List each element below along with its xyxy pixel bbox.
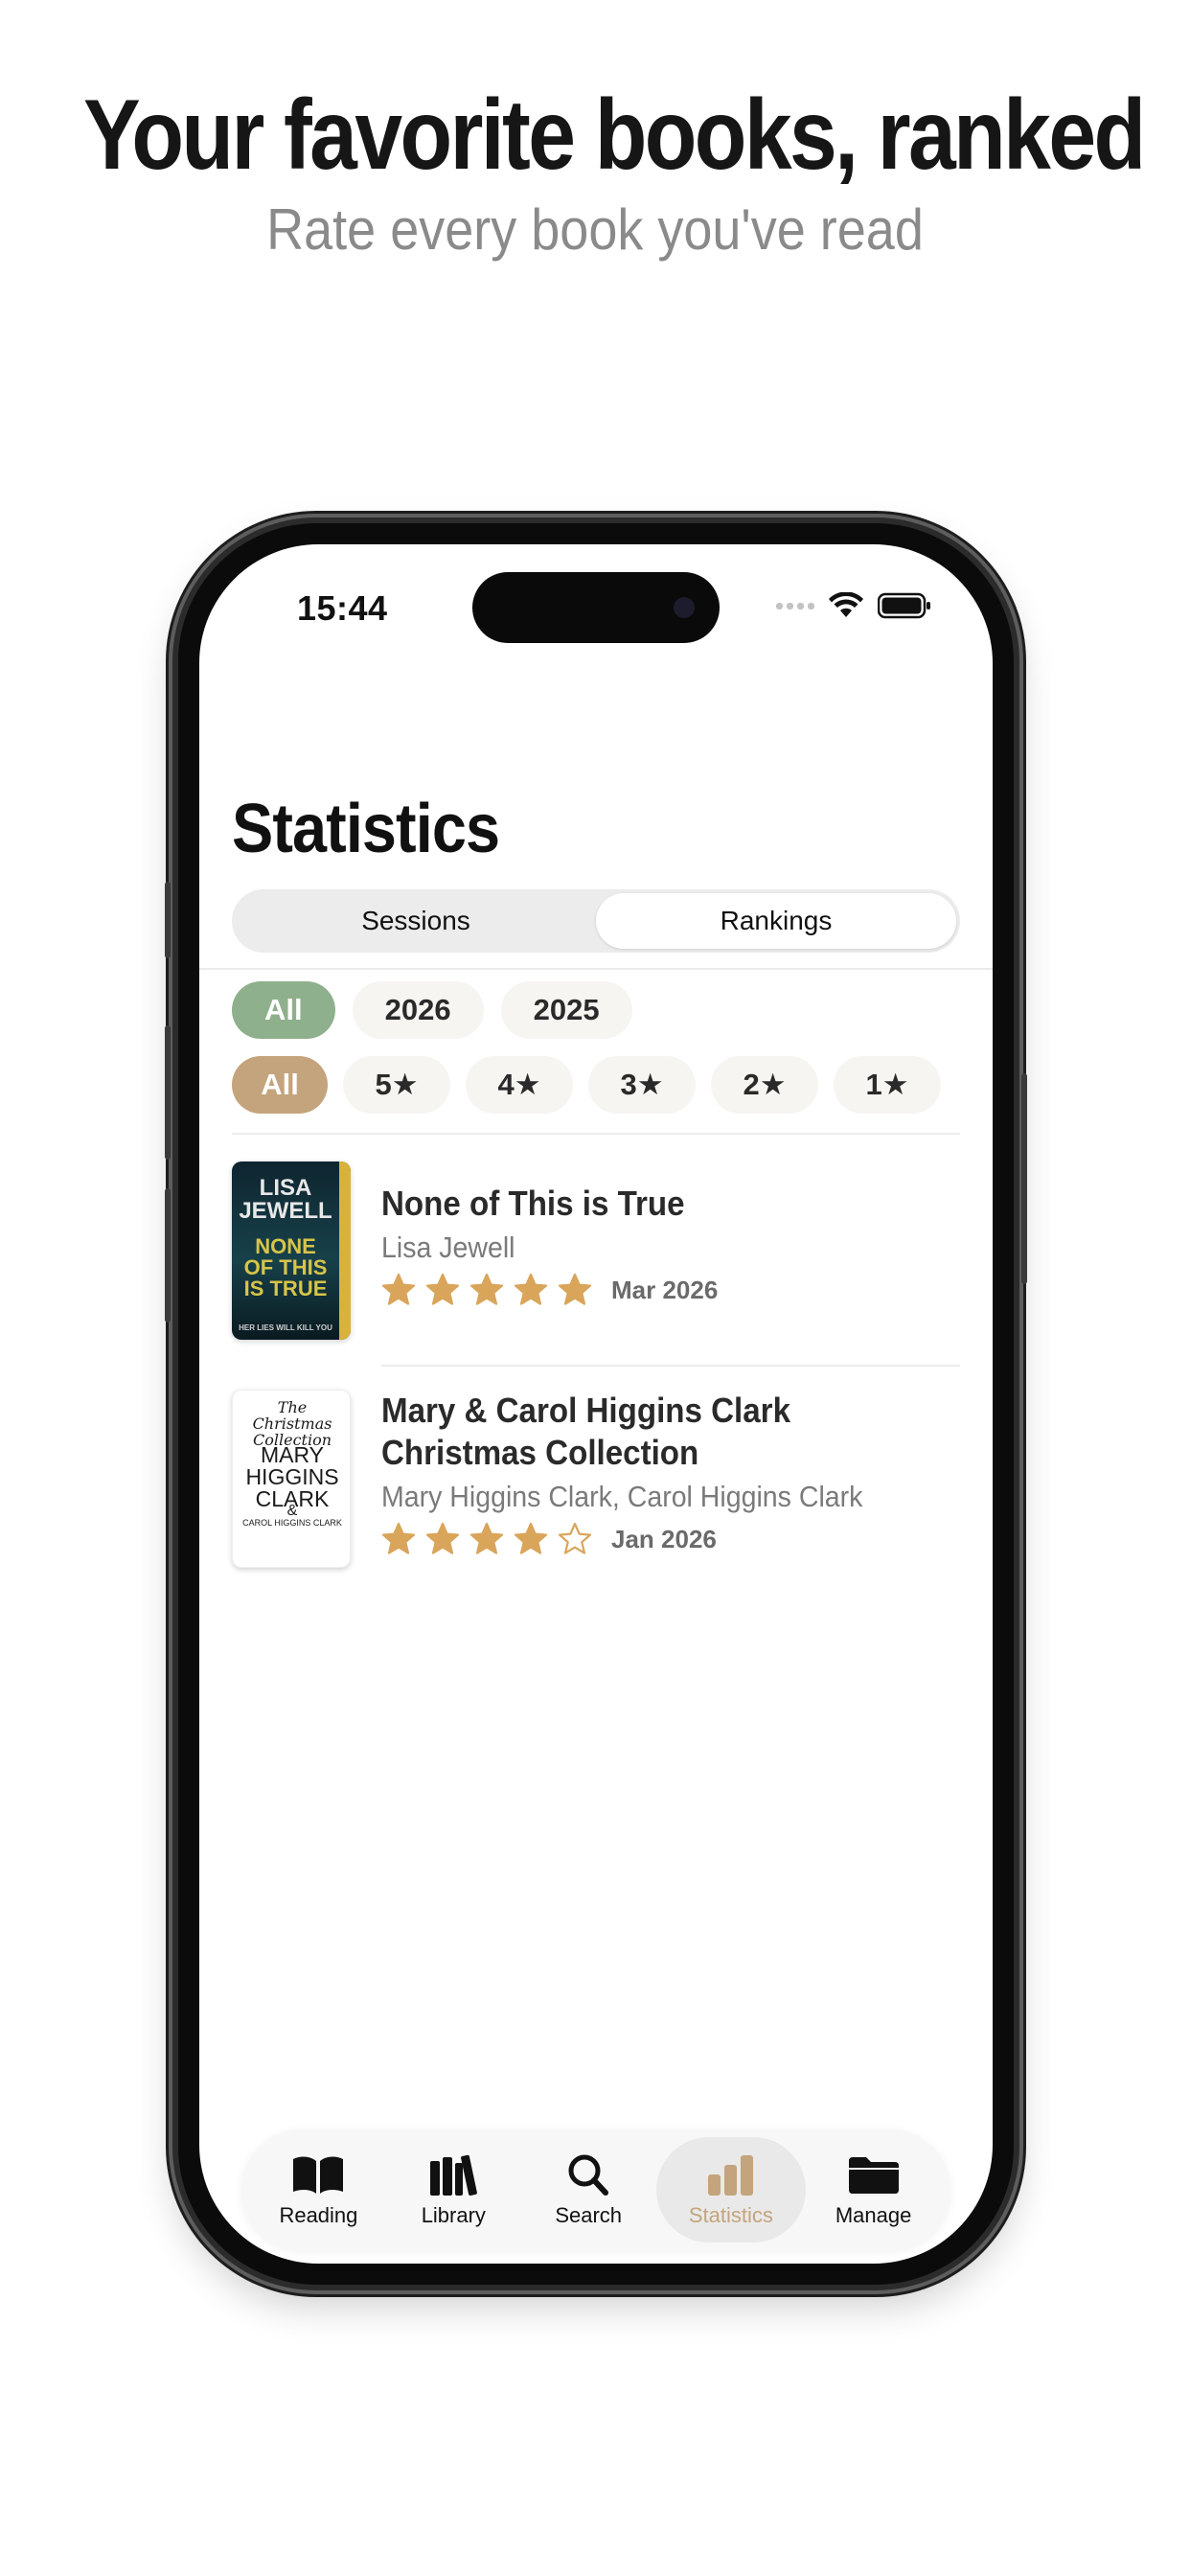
app-screen: 15:44 Statistics Sessions Rankings All 2… — [199, 544, 993, 2264]
tab-library[interactable]: Library — [386, 2137, 521, 2242]
star-filled-icon — [381, 1522, 416, 1554]
book-date: Jan 2026 — [611, 1524, 717, 1553]
year-chip-all[interactable]: All — [232, 981, 335, 1039]
tab-manage[interactable]: Manage — [806, 2137, 941, 2242]
book-title: None of This is True — [381, 1184, 685, 1223]
rating-chip-1[interactable]: 1★ — [834, 1056, 941, 1114]
rating-chip-3[interactable]: 3★ — [588, 1056, 696, 1114]
wifi-icon — [829, 592, 863, 617]
promo-subhead: Rate every book you've read — [266, 197, 924, 262]
cover-series: The Christmas Collection — [252, 1398, 332, 1449]
star-rating — [381, 1273, 592, 1307]
tab-bar: Reading Library Search Statistics Manage — [241, 2129, 950, 2250]
folder-icon — [848, 2157, 899, 2194]
phone-frame: 15:44 Statistics Sessions Rankings All 2… — [165, 518, 1027, 2290]
tab-label: Statistics — [688, 2203, 773, 2227]
rating-chip-all[interactable]: All — [232, 1056, 328, 1114]
cellular-signal-icon — [776, 602, 814, 610]
book-title-line-1: Mary & Carol Higgins Clark — [381, 1391, 790, 1430]
star-filled-icon — [469, 1273, 504, 1305]
star-filled-icon — [425, 1273, 460, 1305]
divider — [381, 1365, 960, 1367]
page-title: Statistics — [232, 791, 500, 867]
star-filled-icon — [425, 1522, 460, 1554]
tab-label: Search — [555, 2203, 623, 2227]
star-filled-icon — [381, 1273, 416, 1305]
tab-label: Library — [421, 2203, 486, 2227]
tab-label: Manage — [835, 2203, 912, 2227]
cover-title: NONE OF THIS IS TRUE — [243, 1234, 328, 1300]
open-book-icon — [293, 2156, 344, 2194]
status-icons — [776, 592, 931, 619]
books-shelf-icon — [430, 2154, 478, 2196]
book-cover: The Christmas Collection MARY HIGGINS CL… — [232, 1390, 351, 1568]
year-filter-row: All 2026 2025 — [232, 981, 632, 1039]
cover-author: LISA JEWELL — [239, 1175, 332, 1224]
rating-filter-row: All 5★ 4★ 3★ 2★ 1★ — [232, 1056, 941, 1114]
star-filled-icon — [514, 1273, 548, 1305]
cover-author-main: MARY HIGGINS CLARK — [245, 1442, 339, 1511]
tab-reading[interactable]: Reading — [251, 2137, 386, 2242]
book-title-line-2: Christmas Collection — [381, 1433, 699, 1472]
segment-rankings[interactable]: Rankings — [596, 893, 956, 949]
rating-chip-5[interactable]: 5★ — [343, 1056, 450, 1114]
star-filled-icon — [469, 1522, 504, 1554]
star-rating — [381, 1522, 592, 1556]
year-chip-2026[interactable]: 2026 — [352, 981, 484, 1039]
dynamic-island — [472, 572, 720, 643]
tab-statistics[interactable]: Statistics — [655, 2137, 807, 2242]
book-row[interactable]: LISA JEWELL NONE OF THIS IS TRUE HER LIE… — [232, 1162, 960, 1340]
book-author: Mary Higgins Clark, Carol Higgins Clark — [381, 1480, 863, 1513]
cover-tagline: HER LIES WILL KILL YOU — [239, 1323, 332, 1332]
cover-author-second: CAROL HIGGINS CLARK — [242, 1518, 342, 1528]
magnifier-icon — [568, 2154, 609, 2196]
cover-amp: & — [286, 1503, 298, 1519]
year-chip-2025[interactable]: 2025 — [500, 981, 632, 1039]
status-time: 15:44 — [297, 588, 388, 628]
tab-search[interactable]: Search — [521, 2137, 656, 2242]
star-filled-icon — [558, 1273, 592, 1305]
rating-chip-4[interactable]: 4★ — [466, 1056, 573, 1114]
book-row[interactable]: The Christmas Collection MARY HIGGINS CL… — [232, 1390, 960, 1568]
book-cover: LISA JEWELL NONE OF THIS IS TRUE HER LIE… — [232, 1162, 351, 1340]
rating-chip-2[interactable]: 2★ — [711, 1056, 818, 1114]
star-filled-icon — [514, 1522, 548, 1554]
segment-sessions[interactable]: Sessions — [236, 893, 596, 949]
battery-icon — [878, 592, 930, 619]
divider — [199, 968, 993, 970]
bar-chart-icon — [707, 2155, 753, 2196]
star-empty-icon — [558, 1522, 592, 1554]
tab-label: Reading — [279, 2203, 358, 2227]
book-author: Lisa Jewell — [381, 1230, 515, 1264]
promo-headline: Your favorite books, ranked — [82, 80, 1146, 191]
book-date: Mar 2026 — [611, 1275, 719, 1304]
segmented-control: Sessions Rankings — [232, 889, 960, 953]
divider — [232, 1133, 960, 1135]
